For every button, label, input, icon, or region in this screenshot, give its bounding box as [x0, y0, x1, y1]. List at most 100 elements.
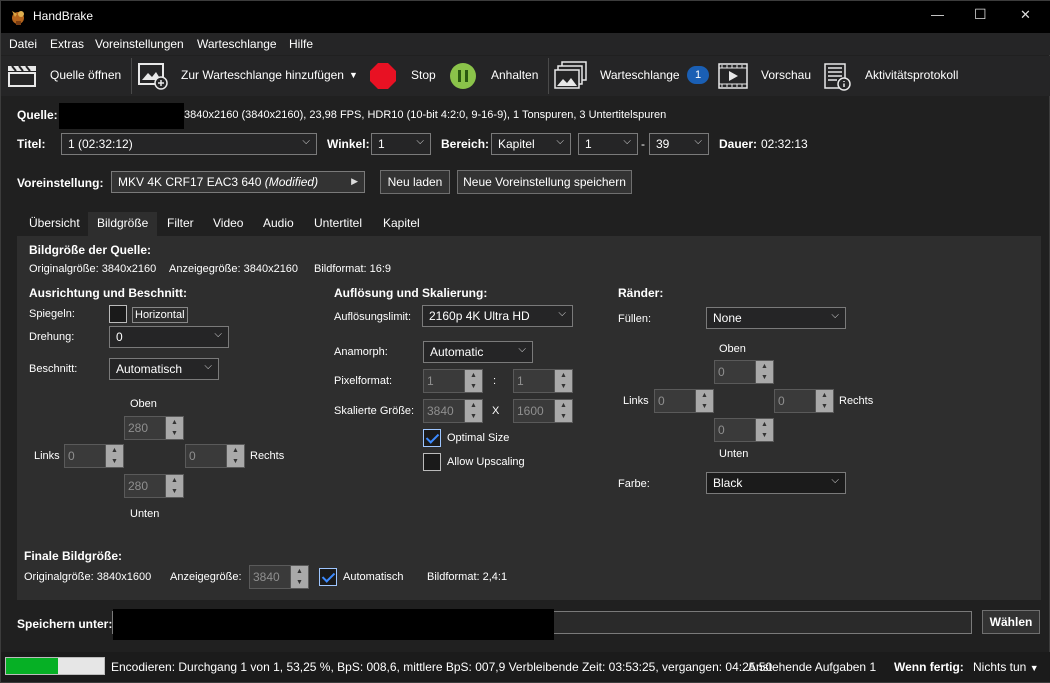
preview-button[interactable]: Vorschau	[718, 60, 814, 92]
crop-bottom-value[interactable]: 280	[125, 475, 166, 497]
reload-preset-button[interactable]: Neu laden	[380, 170, 450, 194]
tab-audio[interactable]: Audio	[254, 212, 303, 236]
preset-select[interactable]: MKV 4K CRF17 EAC3 640 (Modified) ▶	[111, 171, 365, 193]
scaled-height-spinner[interactable]: 1600 ▲ ▼	[513, 399, 573, 423]
allow-upscaling-checkbox[interactable]	[423, 453, 441, 471]
tab-video[interactable]: Video	[204, 212, 252, 236]
scaled-width-value[interactable]: 3840	[424, 400, 465, 422]
spin-down-icon[interactable]: ▼	[166, 428, 183, 439]
menu-hilfe[interactable]: Hilfe	[289, 37, 313, 51]
crop-left-value[interactable]: 0	[65, 445, 106, 467]
menu-warteschlange[interactable]: Warteschlange	[197, 37, 277, 51]
spin-down-icon[interactable]: ▼	[816, 401, 833, 412]
border-right-spinner[interactable]: 0 ▲ ▼	[774, 389, 834, 413]
browse-button[interactable]: Wählen	[982, 610, 1040, 634]
spin-up-icon[interactable]: ▲	[555, 370, 572, 381]
fill-select[interactable]: None ⌵	[706, 307, 846, 329]
title-select[interactable]: 1 (02:32:12) ⌵	[61, 133, 317, 155]
scaled-height-value[interactable]: 1600	[514, 400, 555, 422]
final-display-spinner[interactable]: 3840 ▲ ▼	[249, 565, 309, 589]
crop-bottom-spinner[interactable]: 280 ▲ ▼	[124, 474, 184, 498]
chevron-down-icon: ⌵	[831, 475, 839, 486]
range-type-select[interactable]: Kapitel ⌵	[491, 133, 571, 155]
spin-down-icon[interactable]: ▼	[756, 372, 773, 383]
activity-log-button[interactable]: Aktivitätsprotokoll	[823, 60, 973, 92]
spin-down-icon[interactable]: ▼	[465, 411, 482, 422]
final-display-value[interactable]: 3840	[250, 566, 291, 588]
stop-button[interactable]: Stop	[369, 60, 441, 92]
spin-down-icon[interactable]: ▼	[106, 456, 123, 467]
crop-top-spinner[interactable]: 280 ▲ ▼	[124, 416, 184, 440]
spin-up-icon[interactable]: ▲	[756, 419, 773, 430]
spin-up-icon[interactable]: ▲	[756, 361, 773, 372]
close-button[interactable]: ✕	[1020, 7, 1031, 23]
range-from-select[interactable]: 1 ⌵	[578, 133, 638, 155]
spin-down-icon[interactable]: ▼	[227, 456, 244, 467]
spin-down-icon[interactable]: ▼	[756, 430, 773, 441]
queue-button[interactable]: Warteschlange 1	[554, 60, 714, 92]
range-to-value: 39	[656, 137, 670, 151]
border-top-value[interactable]: 0	[715, 361, 756, 383]
add-queue-button[interactable]: Zur Warteschlange hinzufügen ▼	[137, 60, 359, 92]
angle-select[interactable]: 1 ⌵	[371, 133, 431, 155]
range-to-select[interactable]: 39 ⌵	[649, 133, 709, 155]
menu-extras[interactable]: Extras	[50, 37, 84, 51]
spin-up-icon[interactable]: ▲	[227, 445, 244, 456]
pixel-height-value[interactable]: 1	[514, 370, 555, 392]
maximize-button[interactable]: ☐	[974, 6, 987, 23]
final-display-label: Anzeigegröße:	[170, 571, 242, 583]
rotation-select[interactable]: 0 ⌵	[109, 326, 229, 348]
minimize-button[interactable]: —	[931, 7, 944, 22]
menu-voreinstellungen[interactable]: Voreinstellungen	[95, 37, 184, 51]
pixel-width-value[interactable]: 1	[424, 370, 465, 392]
spin-down-icon[interactable]: ▼	[555, 411, 572, 422]
crop-top-value[interactable]: 280	[125, 417, 166, 439]
border-color-select[interactable]: Black ⌵	[706, 472, 846, 494]
spin-up-icon[interactable]: ▲	[291, 566, 308, 577]
spin-down-icon[interactable]: ▼	[465, 381, 482, 392]
menu-datei[interactable]: Datei	[9, 37, 37, 51]
border-left-value[interactable]: 0	[655, 390, 696, 412]
optimal-size-checkbox[interactable]	[423, 429, 441, 447]
anamorphic-select[interactable]: Automatic ⌵	[423, 341, 533, 363]
final-aspect: Bildformat: 2,4:1	[427, 571, 508, 583]
pixel-width-spinner[interactable]: 1 ▲ ▼	[423, 369, 483, 393]
spin-up-icon[interactable]: ▲	[696, 390, 713, 401]
spin-up-icon[interactable]: ▲	[166, 417, 183, 428]
crop-mode-select[interactable]: Automatisch ⌵	[109, 358, 219, 380]
spin-down-icon[interactable]: ▼	[555, 381, 572, 392]
resolution-limit-select[interactable]: 2160p 4K Ultra HD ⌵	[422, 305, 573, 327]
pixel-height-spinner[interactable]: 1 ▲ ▼	[513, 369, 573, 393]
scaled-width-spinner[interactable]: 3840 ▲ ▼	[423, 399, 483, 423]
spin-up-icon[interactable]: ▲	[106, 445, 123, 456]
spin-up-icon[interactable]: ▲	[465, 400, 482, 411]
save-new-preset-button[interactable]: Neue Voreinstellung speichern	[457, 170, 632, 194]
border-bottom-spinner[interactable]: 0 ▲ ▼	[714, 418, 774, 442]
spin-up-icon[interactable]: ▲	[166, 475, 183, 486]
tab-filters[interactable]: Filter	[158, 212, 203, 236]
when-done-select[interactable]: Nichts tun ▼	[973, 660, 1039, 674]
crop-left-spinner[interactable]: 0 ▲ ▼	[64, 444, 124, 468]
mirror-checkbox[interactable]	[109, 305, 127, 323]
border-top-spinner[interactable]: 0 ▲ ▼	[714, 360, 774, 384]
border-bottom-value[interactable]: 0	[715, 419, 756, 441]
spin-up-icon[interactable]: ▲	[816, 390, 833, 401]
crop-right-value[interactable]: 0	[186, 445, 227, 467]
dropdown-arrow-icon[interactable]: ▼	[349, 70, 358, 80]
menu-bar: Datei Extras Voreinstellungen Warteschla…	[1, 33, 1050, 55]
spin-down-icon[interactable]: ▼	[166, 486, 183, 497]
crop-right-spinner[interactable]: 0 ▲ ▼	[185, 444, 245, 468]
spin-down-icon[interactable]: ▼	[291, 577, 308, 588]
tab-dimensions[interactable]: Bildgröße	[88, 212, 158, 236]
pause-button[interactable]: Anhalten	[449, 60, 545, 92]
spin-up-icon[interactable]: ▲	[465, 370, 482, 381]
spin-down-icon[interactable]: ▼	[696, 401, 713, 412]
final-auto-checkbox[interactable]	[319, 568, 337, 586]
border-left-spinner[interactable]: 0 ▲ ▼	[654, 389, 714, 413]
tab-overview[interactable]: Übersicht	[20, 212, 89, 236]
spin-up-icon[interactable]: ▲	[555, 400, 572, 411]
open-source-button[interactable]: Quelle öffnen	[5, 60, 127, 92]
tab-subtitles[interactable]: Untertitel	[305, 212, 371, 236]
tab-chapters[interactable]: Kapitel	[374, 212, 429, 236]
border-right-value[interactable]: 0	[775, 390, 816, 412]
